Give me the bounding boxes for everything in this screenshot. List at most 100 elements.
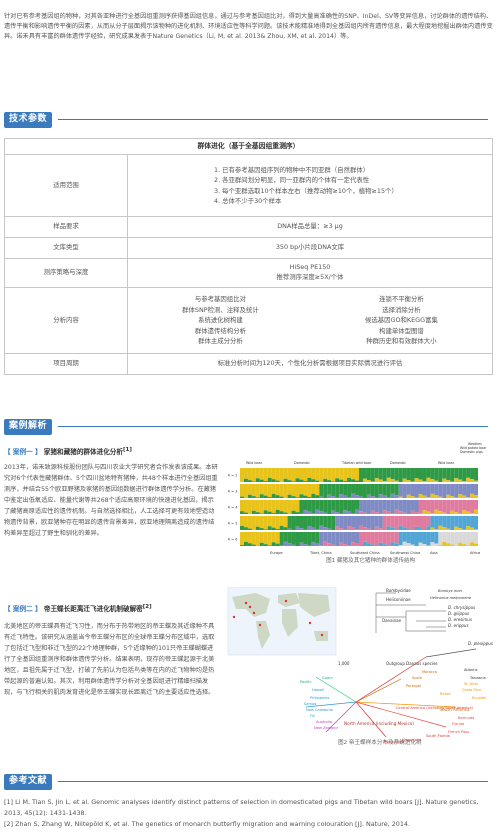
ancestry-bar	[247, 480, 252, 482]
ancestry-bar	[430, 493, 435, 498]
ancestry-bar	[339, 494, 344, 498]
reference-list: [1] Li M, Tian S, Jin L, et al. Genomic …	[4, 797, 493, 830]
ancestry-bar	[255, 500, 260, 513]
ancestry-bar	[267, 511, 272, 514]
case2-label: 【 案例二 】	[4, 605, 42, 614]
ancestry-bar	[351, 500, 356, 514]
ancestry-bar	[382, 516, 387, 530]
ancestry-bar	[339, 516, 344, 529]
ancestry-bar	[271, 542, 276, 546]
group-label-top: Domestic	[294, 461, 310, 465]
ancestry-bar	[462, 500, 467, 511]
scope-item: 4. 总体不少于30个样本	[214, 196, 282, 205]
ancestry-bar	[422, 532, 427, 545]
ancestry-bar	[366, 500, 371, 514]
tree-label: D. eresimus	[448, 617, 472, 622]
case2-citation: [2]	[142, 604, 152, 610]
ancestry-bar	[390, 513, 395, 514]
ancestry-bar	[466, 477, 471, 482]
ancestry-bar	[438, 511, 443, 514]
ancestry-bar	[243, 516, 248, 528]
ancestry-bar	[331, 500, 336, 511]
ancestry-bar	[450, 496, 455, 498]
tree-label: New Caledonia	[306, 708, 333, 712]
ancestry-bar	[355, 529, 359, 530]
ancestry-bar	[347, 468, 352, 478]
ancestry-bar	[438, 496, 443, 498]
ancestry-bar	[450, 468, 455, 482]
ancestry-bar	[299, 494, 304, 498]
ancestry-bar	[462, 484, 467, 496]
k-label: K = 4	[228, 506, 237, 510]
ancestry-bar	[454, 484, 459, 498]
ancestry-bar	[414, 484, 419, 498]
ancestry-bar	[303, 510, 308, 514]
ancestry-bar	[255, 484, 260, 498]
ancestry-bar	[255, 468, 260, 479]
ancestry-bar	[327, 480, 332, 482]
ancestry-bar	[394, 495, 399, 498]
ancestry-bar	[335, 512, 340, 514]
ancestry-bar	[422, 481, 427, 482]
ancestry-bar	[275, 543, 280, 546]
ancestry-bar	[259, 468, 264, 480]
ancestry-bar	[251, 532, 256, 545]
ancestry-bar	[418, 532, 423, 543]
ancestry-bar	[474, 468, 478, 481]
ancestry-bar	[366, 494, 371, 498]
ancestry-bar	[351, 513, 356, 514]
section-cases: 案例解析	[4, 419, 489, 435]
ancestry-bar	[402, 478, 407, 482]
ancestry-bar	[458, 500, 463, 514]
ancestry-bar	[446, 468, 451, 481]
ancestry-bar	[355, 516, 359, 530]
ancestry-bar	[355, 480, 359, 482]
ancestry-bar	[267, 468, 272, 478]
ancestry-bar	[240, 511, 244, 514]
ancestry-bar	[307, 497, 312, 498]
ancestry-bar	[474, 509, 478, 514]
ancestry-bar	[438, 516, 443, 526]
ancestry-bar	[351, 542, 356, 546]
ancestry-bar	[315, 468, 320, 481]
ancestry-bar	[418, 542, 423, 546]
ancestry-bar	[426, 532, 431, 546]
region-label: Southeast China	[350, 551, 380, 555]
ancestry-bar	[243, 527, 248, 530]
ancestry-bar	[378, 484, 383, 495]
ancestry-bar	[390, 500, 395, 514]
section-divider	[58, 426, 489, 428]
ancestry-bar	[319, 516, 324, 526]
ancestry-bar	[339, 542, 344, 546]
ancestry-bar	[271, 532, 276, 543]
ancestry-bar	[251, 468, 256, 482]
ancestry-bar	[382, 544, 387, 546]
ancestry-bar	[291, 500, 296, 511]
ancestry-bar	[466, 532, 471, 546]
scope-cell: 1. 已有参考基因组序列的物种中不同亚群（自然群体） 2. 各亚群间划分明显，同…	[127, 154, 493, 217]
ancestry-bar	[394, 532, 399, 544]
group-label-top: Wild boar	[438, 461, 455, 465]
tree-label: Spain	[412, 676, 422, 680]
ancestry-bar	[311, 532, 316, 543]
ancestry-bar	[291, 496, 296, 498]
ancestry-bar	[434, 509, 439, 514]
ancestry-bar	[446, 532, 451, 544]
ancestry-bar	[462, 481, 467, 482]
ancestry-bar	[311, 468, 316, 480]
ancestry-bar	[446, 484, 451, 495]
ancestry-bar	[295, 478, 300, 482]
ancestry-bar	[307, 468, 312, 478]
k-label: K = 2	[228, 474, 237, 478]
ancestry-bar	[323, 541, 328, 546]
tree-label: Bombyx mori	[438, 589, 462, 593]
tree-label: Ecuador	[472, 696, 487, 700]
ancestry-bar	[327, 516, 332, 529]
ancestry-bar	[442, 512, 447, 514]
ancestry-bar	[390, 484, 395, 494]
analysis-item: 群体主成分分析	[198, 337, 243, 346]
ancestry-bar	[374, 532, 379, 546]
ancestry-bar	[414, 532, 419, 546]
ancestry-bar	[394, 484, 399, 496]
ancestry-bar	[243, 532, 248, 542]
